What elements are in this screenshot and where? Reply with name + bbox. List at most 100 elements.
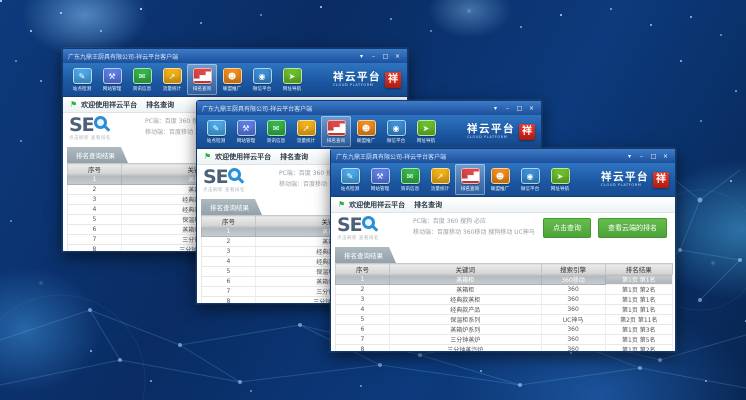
cell-keyword: 经典款产品 [389, 305, 541, 315]
cell-index: 7 [336, 335, 390, 345]
close-button[interactable]: × [393, 52, 402, 61]
cell-index: 7 [202, 287, 256, 297]
brand-subtitle: CLOUD PLATFORM [333, 83, 381, 87]
main-toolbar: ✎ 站点检测 ⚒ 网站管理 ✉ 资讯信息 ↗ 流量统计 ▂▅█ 排名查询 ☻ 联… [331, 163, 675, 197]
table-row[interactable]: 7 三分钟蒸炉 360 第1页 第5名 [336, 335, 673, 345]
user-icon: ☻ [223, 68, 242, 84]
window-controls: ▾ – □ × [491, 104, 536, 113]
toolbar-item-news-info[interactable]: ✉ 资讯信息 [127, 64, 157, 95]
toolbar-item-site-manage[interactable]: ⚒ 网站管理 [231, 116, 261, 147]
maximize-button[interactable]: □ [515, 104, 524, 113]
cell-index: 8 [336, 345, 390, 353]
toolbar-item-site-nav[interactable]: ➤ 网址导航 [277, 64, 307, 95]
toolbar-item-rank-query[interactable]: ▂▅█ 排名查询 [187, 64, 217, 95]
toolbar-item-rank-query[interactable]: ▂▅█ 排名查询 [321, 116, 351, 147]
window-titlebar[interactable]: 广东九鼎王厨具有限公司-祥云平台客户端 ▾ – □ × [63, 49, 407, 63]
toolbar-item-site-nav[interactable]: ➤ 网址导航 [545, 164, 575, 195]
toolbar-item-news-info[interactable]: ✉ 资讯信息 [261, 116, 291, 147]
toolbar-item-site-nav[interactable]: ➤ 网址导航 [411, 116, 441, 147]
column-header[interactable]: 排名结果 [605, 264, 672, 275]
window-controls: ▾ – □ × [357, 52, 402, 61]
window-titlebar[interactable]: 广东九鼎王厨具有限公司-祥云平台客户端 ▾ – □ × [331, 149, 675, 163]
seo-panel: SE 点击刷新 查看排名 PC端：百度 360 搜狗 必应 移动端：百度移动 3… [331, 213, 675, 243]
cell-rank: 第1页 第3名 [605, 325, 672, 335]
skin-button[interactable]: ▾ [357, 52, 366, 61]
table-row[interactable]: 1 蒸箱柜 360移动 第1页 第1名 [336, 275, 673, 285]
tools-icon: ⚒ [371, 168, 390, 184]
table-row[interactable]: 5 保温柜系列 UC神马 第2页 第11名 [336, 315, 673, 325]
toolbar-item-label: 联盟推广 [491, 185, 509, 191]
toolbar-item-alliance-promo[interactable]: ☻ 联盟推广 [485, 164, 515, 195]
table-row[interactable]: 2 蒸箱柜 360 第1页 第2名 [336, 285, 673, 295]
welcome-section-label: 排名查询 [146, 100, 174, 110]
nav-arrow-icon: ➤ [417, 120, 436, 136]
brand-seal-icon: 祥 [385, 72, 401, 88]
welcome-text: 欢迎使用祥云平台 [81, 100, 137, 110]
toolbar-item-wechat-platform[interactable]: ◉ 微信平台 [515, 164, 545, 195]
toolbar-item-site-check[interactable]: ✎ 站点检测 [201, 116, 231, 147]
window-titlebar[interactable]: 广东九鼎王厨具有限公司-祥云平台客户端 ▾ – □ × [197, 101, 541, 115]
toolbar-item-label: 网址导航 [417, 137, 435, 143]
table-row[interactable]: 8 三分钟蒸汽炉 360 第1页 第2名 [336, 345, 673, 353]
toolbar-item-label: 联盟推广 [357, 137, 375, 143]
seo-logo: SE 点击刷新 查看排名 [69, 116, 137, 141]
toolbar-item-alliance-promo[interactable]: ☻ 联盟推广 [351, 116, 381, 147]
minimize-button[interactable]: – [369, 52, 378, 61]
toolbar-item-rank-query[interactable]: ▂▅█ 排名查询 [455, 164, 485, 195]
maximize-button[interactable]: □ [381, 52, 390, 61]
message-icon: ✉ [267, 120, 286, 136]
table-row[interactable]: 4 经典款产品 360 第1页 第1名 [336, 305, 673, 315]
cell-rank: 第1页 第5名 [605, 335, 672, 345]
toolbar-item-label: 网址导航 [283, 85, 301, 91]
toolbar-item-site-check[interactable]: ✎ 站点检测 [335, 164, 365, 195]
cell-index: 4 [202, 257, 256, 267]
results-tab[interactable]: 排名查询结果 [67, 147, 128, 163]
skin-button[interactable]: ▾ [491, 104, 500, 113]
brand-seal-icon: 祥 [519, 124, 535, 140]
cell-rank: 第1页 第2名 [605, 345, 672, 353]
column-header[interactable]: 关键词 [389, 264, 541, 275]
mobile-engines-line: 移动端：百度移动 360移动 搜狗移动 UC神马 [413, 228, 535, 239]
maximize-button[interactable]: □ [649, 152, 658, 161]
minimize-button[interactable]: – [503, 104, 512, 113]
main-toolbar: ✎ 站点检测 ⚒ 网站管理 ✉ 资讯信息 ↗ 流量统计 ▂▅█ 排名查询 ☻ 联… [63, 63, 407, 97]
pencil-icon: ✎ [73, 68, 92, 84]
toolbar-item-traffic-stats[interactable]: ↗ 流量统计 [425, 164, 455, 195]
toolbar-item-alliance-promo[interactable]: ☻ 联盟推广 [217, 64, 247, 95]
cell-index: 8 [202, 297, 256, 305]
cell-keyword: 经典款蒸柜 [389, 295, 541, 305]
close-button[interactable]: × [527, 104, 536, 113]
cell-keyword: 保温柜系列 [389, 315, 541, 325]
bar-chart-icon: ▂▅█ [461, 168, 480, 184]
cell-keyword: 蒸箱炉系列 [389, 325, 541, 335]
query-button[interactable]: 点击查询 [543, 218, 591, 238]
toolbar-item-traffic-stats[interactable]: ↗ 流量统计 [157, 64, 187, 95]
table-row[interactable]: 3 经典款蒸柜 360 第1页 第1名 [336, 295, 673, 305]
seo-logo-caption: 点击刷新 查看排名 [337, 235, 405, 241]
column-header[interactable]: 序号 [202, 216, 256, 227]
view-cloud-rank-button[interactable]: 查看云端的排名 [598, 218, 667, 238]
column-header[interactable]: 序号 [68, 164, 122, 175]
toolbar-item-site-check[interactable]: ✎ 站点检测 [67, 64, 97, 95]
toolbar-item-label: 流量统计 [297, 137, 315, 143]
column-header[interactable]: 序号 [336, 264, 390, 275]
toolbar-item-label: 资讯信息 [401, 185, 419, 191]
cell-index: 6 [336, 325, 390, 335]
flag-icon: ⚑ [204, 153, 211, 161]
results-tab[interactable]: 排名查询结果 [201, 199, 262, 215]
skin-button[interactable]: ▾ [625, 152, 634, 161]
toolbar-item-wechat-platform[interactable]: ◉ 微信平台 [381, 116, 411, 147]
cell-index: 3 [336, 295, 390, 305]
results-tab[interactable]: 排名查询结果 [335, 247, 396, 263]
table-row[interactable]: 6 蒸箱炉系列 360 第1页 第3名 [336, 325, 673, 335]
column-header[interactable]: 搜索引擎 [541, 264, 605, 275]
close-button[interactable]: × [661, 152, 670, 161]
toolbar-item-site-manage[interactable]: ⚒ 网站管理 [365, 164, 395, 195]
results-table: 序号关键词搜索引擎排名结果 1 蒸箱柜 360移动 第1页 第1名 2 蒸箱柜 … [335, 263, 673, 352]
toolbar-item-label: 网站管理 [237, 137, 255, 143]
toolbar-item-news-info[interactable]: ✉ 资讯信息 [395, 164, 425, 195]
minimize-button[interactable]: – [637, 152, 646, 161]
toolbar-item-wechat-platform[interactable]: ◉ 微信平台 [247, 64, 277, 95]
toolbar-item-site-manage[interactable]: ⚒ 网站管理 [97, 64, 127, 95]
toolbar-item-traffic-stats[interactable]: ↗ 流量统计 [291, 116, 321, 147]
